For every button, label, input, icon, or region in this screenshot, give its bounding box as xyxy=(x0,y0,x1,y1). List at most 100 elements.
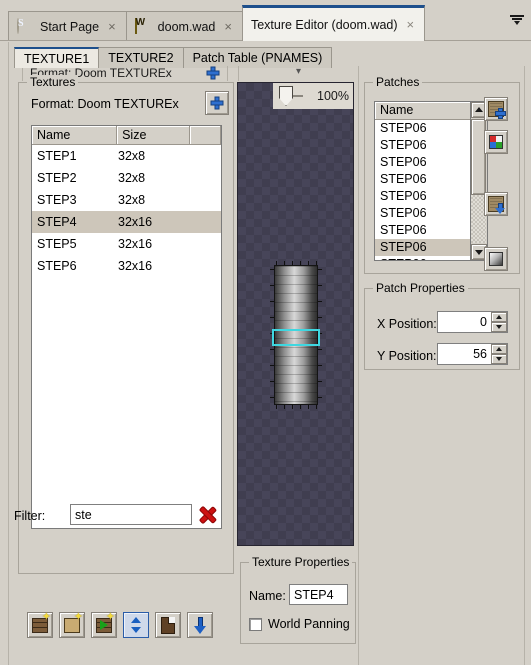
add-icon[interactable] xyxy=(205,66,221,81)
texture-size: 32x16 xyxy=(118,237,153,251)
texture-name: STEP4 xyxy=(37,215,77,229)
textures-panel: Textures Format: Doom TEXTUREx Name Size… xyxy=(18,75,234,574)
patch-palette-icon xyxy=(489,135,503,149)
patch-top-ticks xyxy=(274,261,320,265)
panel-divider xyxy=(358,66,359,665)
window-tab-bar: Start Page × doom.wad × Texture Editor (… xyxy=(0,0,531,41)
new-texture-from-flat-button[interactable]: ✦ xyxy=(59,612,85,638)
window-tab-label: doom.wad xyxy=(157,19,216,34)
move-texture-down-button[interactable] xyxy=(187,612,213,638)
list-item[interactable]: STEP06 xyxy=(375,188,470,205)
texture-name: STEP6 xyxy=(37,259,77,273)
textures-panel-legend: Textures xyxy=(27,75,79,89)
patch-list-scrollbar[interactable] xyxy=(471,101,488,261)
y-position-spin-buttons xyxy=(491,344,507,364)
copy-texture-button[interactable] xyxy=(155,612,181,638)
world-panning-row[interactable]: World Panning xyxy=(249,617,350,631)
tab-patch-table[interactable]: Patch Table (PNAMES) xyxy=(182,47,333,68)
world-panning-checkbox[interactable] xyxy=(249,617,262,631)
y-position-decrement-button[interactable] xyxy=(491,354,507,364)
patch-gradient-icon xyxy=(489,252,503,266)
y-position-label: Y Position: xyxy=(377,349,437,363)
texture-preview-canvas[interactable]: 100% xyxy=(237,82,354,546)
sort-textures-button[interactable] xyxy=(123,612,149,638)
tab-texture1[interactable]: TEXTURE1 xyxy=(14,47,100,68)
window-tab-texture-editor[interactable]: Texture Editor (doom.wad) × xyxy=(241,5,426,41)
table-row[interactable]: STEP3 32x8 xyxy=(32,189,221,211)
move-texture-down-icon xyxy=(194,617,206,634)
panel-divider xyxy=(8,42,9,665)
texture-size: 32x16 xyxy=(118,259,153,273)
window-tab-doom-wad[interactable]: doom.wad × xyxy=(125,11,243,41)
column-header-name[interactable]: Name xyxy=(32,126,118,144)
x-position-decrement-button[interactable] xyxy=(491,322,507,332)
table-row[interactable]: STEP2 32x8 xyxy=(32,167,221,189)
window-tab-start-page[interactable]: Start Page × xyxy=(8,11,127,41)
list-item[interactable]: STEP06 xyxy=(375,222,470,239)
patches-panel-legend: Patches xyxy=(373,75,423,89)
close-icon[interactable]: × xyxy=(106,20,118,33)
new-texture-button[interactable]: ✦ xyxy=(27,612,53,638)
list-item[interactable]: STEP06 xyxy=(375,137,470,154)
y-position-stepper[interactable] xyxy=(437,343,508,365)
tab-texture2[interactable]: TEXTURE2 xyxy=(98,47,184,68)
patch-selection-outline[interactable] xyxy=(272,329,320,346)
list-item[interactable]: STEP06 xyxy=(375,171,470,188)
column-header-blank[interactable] xyxy=(190,126,221,144)
texture-name: STEP1 xyxy=(37,149,77,163)
texture-name: STEP5 xyxy=(37,237,77,251)
window-tab-strip: Start Page × doom.wad × Texture Editor (… xyxy=(8,5,426,41)
new-texture-from-patch-button[interactable]: ✦ xyxy=(91,612,117,638)
patch-properties-legend: Patch Properties xyxy=(373,281,468,295)
close-icon[interactable]: × xyxy=(222,20,234,33)
patch-palette-button[interactable] xyxy=(484,130,508,154)
filter-input[interactable] xyxy=(70,504,192,525)
import-patch-button[interactable] xyxy=(484,192,508,216)
column-header-size[interactable]: Size xyxy=(117,126,191,144)
table-row[interactable]: STEP6 32x16 xyxy=(32,255,221,277)
patch-list[interactable]: Name STEP06 STEP06 STEP06 STEP06 STEP06 … xyxy=(374,101,471,261)
zoom-control[interactable]: 100% xyxy=(273,83,353,109)
list-item[interactable]: STEP06 xyxy=(375,205,470,222)
texture-toolbar: ✦ ✦ ✦ xyxy=(27,612,213,638)
x-position-label: X Position: xyxy=(377,317,437,331)
texture-format-label: Format: Doom TEXTUREx xyxy=(31,97,179,111)
close-icon[interactable]: × xyxy=(405,18,417,31)
zoom-slider-track[interactable] xyxy=(293,95,303,97)
add-texture-button[interactable] xyxy=(205,91,229,115)
list-item-selected[interactable]: STEP06 xyxy=(375,239,470,256)
texture-properties-panel: Texture Properties Name: World Panning xyxy=(240,555,356,644)
tab-overflow-icon[interactable] xyxy=(510,13,524,27)
texture-list[interactable]: Name Size STEP1 32x8 STEP2 32x8 STEP3 32… xyxy=(31,125,222,529)
x-position-stepper[interactable] xyxy=(437,311,508,333)
list-item[interactable]: STEP06 xyxy=(375,120,470,137)
texture-name: STEP2 xyxy=(37,171,77,185)
texture-size: 32x8 xyxy=(118,171,146,185)
x-position-increment-button[interactable] xyxy=(491,312,507,322)
clear-filter-button[interactable] xyxy=(196,504,218,526)
wad-file-icon xyxy=(134,17,151,35)
add-patch-button[interactable] xyxy=(484,97,508,121)
x-position-input[interactable] xyxy=(438,312,491,332)
table-row[interactable]: STEP1 32x8 xyxy=(32,145,221,167)
y-position-input[interactable] xyxy=(438,344,491,364)
texture-size: 32x8 xyxy=(118,193,146,207)
texture-size: 32x16 xyxy=(118,215,153,229)
patch-gradient-button[interactable] xyxy=(484,247,508,271)
table-row-selected[interactable]: STEP4 32x16 xyxy=(32,211,221,233)
texture-name-label: Name: xyxy=(249,589,286,603)
list-item[interactable]: STEP06 xyxy=(375,154,470,171)
patch-list-header[interactable]: Name xyxy=(375,102,470,120)
copy-texture-icon xyxy=(161,617,175,634)
zoom-slider-handle[interactable] xyxy=(279,86,293,106)
list-item[interactable]: STEP06 xyxy=(375,256,470,260)
window-tab-label: Start Page xyxy=(40,19,100,34)
y-position-increment-button[interactable] xyxy=(491,344,507,354)
texture-name-input[interactable] xyxy=(289,584,348,605)
panel-divider xyxy=(524,66,525,665)
editor-tab-strip: TEXTURE1 TEXTURE2 Patch Table (PNAMES) xyxy=(14,46,333,68)
table-row[interactable]: STEP5 32x16 xyxy=(32,233,221,255)
patch-properties-panel: Patch Properties X Position: Y Position: xyxy=(364,281,520,370)
texture-name: STEP3 xyxy=(37,193,77,207)
chevron-down-icon[interactable]: ▾ xyxy=(296,67,308,77)
